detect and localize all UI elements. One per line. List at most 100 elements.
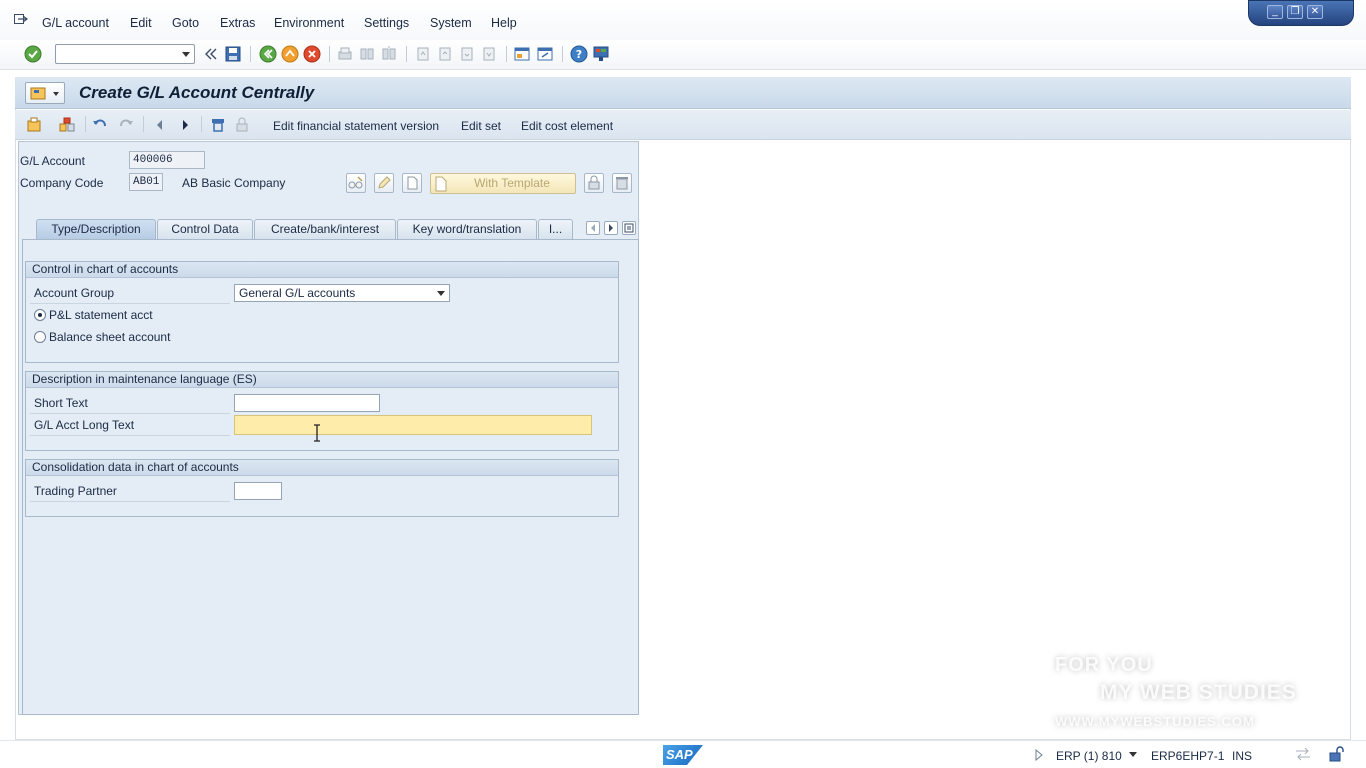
tab-type-description[interactable]: Type/Description xyxy=(36,219,156,239)
find-icon[interactable] xyxy=(358,45,376,63)
hierarchy-icon[interactable] xyxy=(58,116,76,134)
pl-statement-radio[interactable] xyxy=(34,309,46,321)
tab-more[interactable]: I... xyxy=(538,219,573,239)
tab-control-data[interactable]: Control Data xyxy=(157,219,253,239)
short-text-input[interactable] xyxy=(234,394,380,412)
help-icon[interactable]: ? xyxy=(570,45,588,63)
other-account-icon[interactable] xyxy=(25,116,43,134)
delete-button[interactable] xyxy=(612,173,632,193)
account-group-dropdown[interactable]: General G/L accounts xyxy=(234,284,450,302)
tab-list-icon xyxy=(624,223,634,233)
cancel-icon[interactable] xyxy=(303,45,321,63)
insert-mode: INS xyxy=(1232,749,1253,763)
delete-flag-icon[interactable] xyxy=(209,116,227,134)
edit-cost-element-link[interactable]: Edit cost element xyxy=(521,119,613,133)
edit-set-link[interactable]: Edit set xyxy=(461,119,501,133)
previous-page-icon[interactable] xyxy=(436,45,454,63)
svg-text:?: ? xyxy=(576,48,582,61)
company-code-field[interactable]: AB01 xyxy=(129,173,163,191)
group-title: Control in chart of accounts xyxy=(26,262,618,278)
menu-help[interactable]: Help xyxy=(491,16,517,30)
caret-right-icon xyxy=(609,224,613,232)
menu-extras[interactable]: Extras xyxy=(220,16,255,30)
next-page-icon[interactable] xyxy=(458,45,476,63)
application-toolbar: Edit financial statement version Edit se… xyxy=(15,110,1351,140)
tab-list-button[interactable] xyxy=(622,221,636,235)
print-icon[interactable] xyxy=(336,45,354,63)
blank-document-icon xyxy=(407,176,418,190)
chevron-down-icon[interactable] xyxy=(182,52,190,57)
toolbar-separator xyxy=(201,116,202,132)
last-page-icon[interactable] xyxy=(480,45,498,63)
enter-check-icon[interactable] xyxy=(24,45,42,63)
change-button[interactable] xyxy=(374,173,394,193)
with-template-button[interactable]: With Template xyxy=(430,173,576,194)
restore-button[interactable]: ❐ xyxy=(1287,5,1303,19)
toolbar-separator xyxy=(85,116,86,132)
menu-gl-account[interactable]: G/L account xyxy=(42,16,109,30)
minimize-button[interactable]: _ xyxy=(1267,5,1283,19)
first-page-icon[interactable] xyxy=(414,45,432,63)
display-change-button[interactable] xyxy=(346,173,366,193)
tab-scroll-right-button[interactable] xyxy=(604,221,618,235)
pencil-icon xyxy=(378,176,391,189)
create-button[interactable] xyxy=(402,173,422,193)
new-session-icon[interactable] xyxy=(513,45,531,63)
text-cursor-icon xyxy=(314,424,320,442)
unlock-icon[interactable] xyxy=(1328,746,1344,762)
account-group-value: General G/L accounts xyxy=(239,286,356,300)
redo-icon[interactable] xyxy=(117,116,135,134)
menu-goto[interactable]: Goto xyxy=(172,16,199,30)
tab-key-word-translation[interactable]: Key word/translation xyxy=(397,219,537,239)
command-field[interactable] xyxy=(55,44,195,64)
next-icon[interactable] xyxy=(176,116,194,134)
chevron-down-icon[interactable] xyxy=(1129,752,1137,758)
account-group-label: Account Group xyxy=(34,286,115,300)
long-text-input[interactable] xyxy=(234,415,592,435)
gl-account-label: G/L Account xyxy=(20,154,85,168)
double-chevron-left-icon[interactable] xyxy=(202,45,220,63)
block-button[interactable] xyxy=(584,173,604,193)
undo-icon[interactable] xyxy=(91,116,109,134)
edit-financial-statement-version-link[interactable]: Edit financial statement version xyxy=(273,119,439,133)
short-text-label: Short Text xyxy=(34,396,88,410)
save-icon[interactable] xyxy=(224,45,242,63)
watermark-line2: MY WEB STUDIES xyxy=(1100,681,1297,704)
toolbar-separator xyxy=(562,46,563,62)
menu-settings[interactable]: Settings xyxy=(364,16,409,30)
glasses-pencil-icon xyxy=(348,176,363,189)
find-next-icon[interactable] xyxy=(380,45,398,63)
toolbar-separator xyxy=(406,46,407,62)
chevron-down-icon[interactable] xyxy=(437,291,445,296)
menu-environment[interactable]: Environment xyxy=(274,16,344,30)
row-divider xyxy=(30,435,230,436)
tab-create-bank-interest[interactable]: Create/bank/interest xyxy=(254,219,396,239)
transaction-icon xyxy=(30,87,59,100)
server-name: ERP6EHP7-1 xyxy=(1151,749,1225,763)
trading-partner-input[interactable] xyxy=(234,482,282,500)
menu-system[interactable]: System xyxy=(430,16,472,30)
close-button[interactable]: ✕ xyxy=(1307,5,1323,19)
balance-sheet-label: Balance sheet account xyxy=(49,330,171,344)
play-icon[interactable] xyxy=(1034,749,1044,761)
menu-icon[interactable] xyxy=(14,14,28,26)
lock-icon xyxy=(588,175,600,190)
balance-sheet-radio[interactable] xyxy=(34,331,46,343)
layout-toggle-icon[interactable] xyxy=(1294,747,1312,761)
pl-statement-label: P&L statement acct xyxy=(49,308,153,322)
row-divider xyxy=(30,501,230,502)
previous-icon[interactable] xyxy=(151,116,169,134)
back-icon[interactable] xyxy=(259,45,277,63)
menu-edit[interactable]: Edit xyxy=(130,16,152,30)
watermark-line3: WWW.MYWEBSTUDIES.COM xyxy=(1055,714,1255,729)
shortcut-icon[interactable] xyxy=(536,45,554,63)
exit-icon[interactable] xyxy=(281,45,299,63)
document-icon xyxy=(435,176,447,192)
system-info[interactable]: ERP (1) 810 xyxy=(1056,749,1122,763)
tab-scroll-left-button[interactable] xyxy=(586,221,600,235)
customize-layout-icon[interactable] xyxy=(592,45,610,63)
caret-left-icon xyxy=(591,224,595,232)
lock-icon[interactable] xyxy=(233,116,251,134)
gl-account-field[interactable]: 400006 xyxy=(129,151,205,169)
transaction-menu-button[interactable] xyxy=(25,82,65,104)
